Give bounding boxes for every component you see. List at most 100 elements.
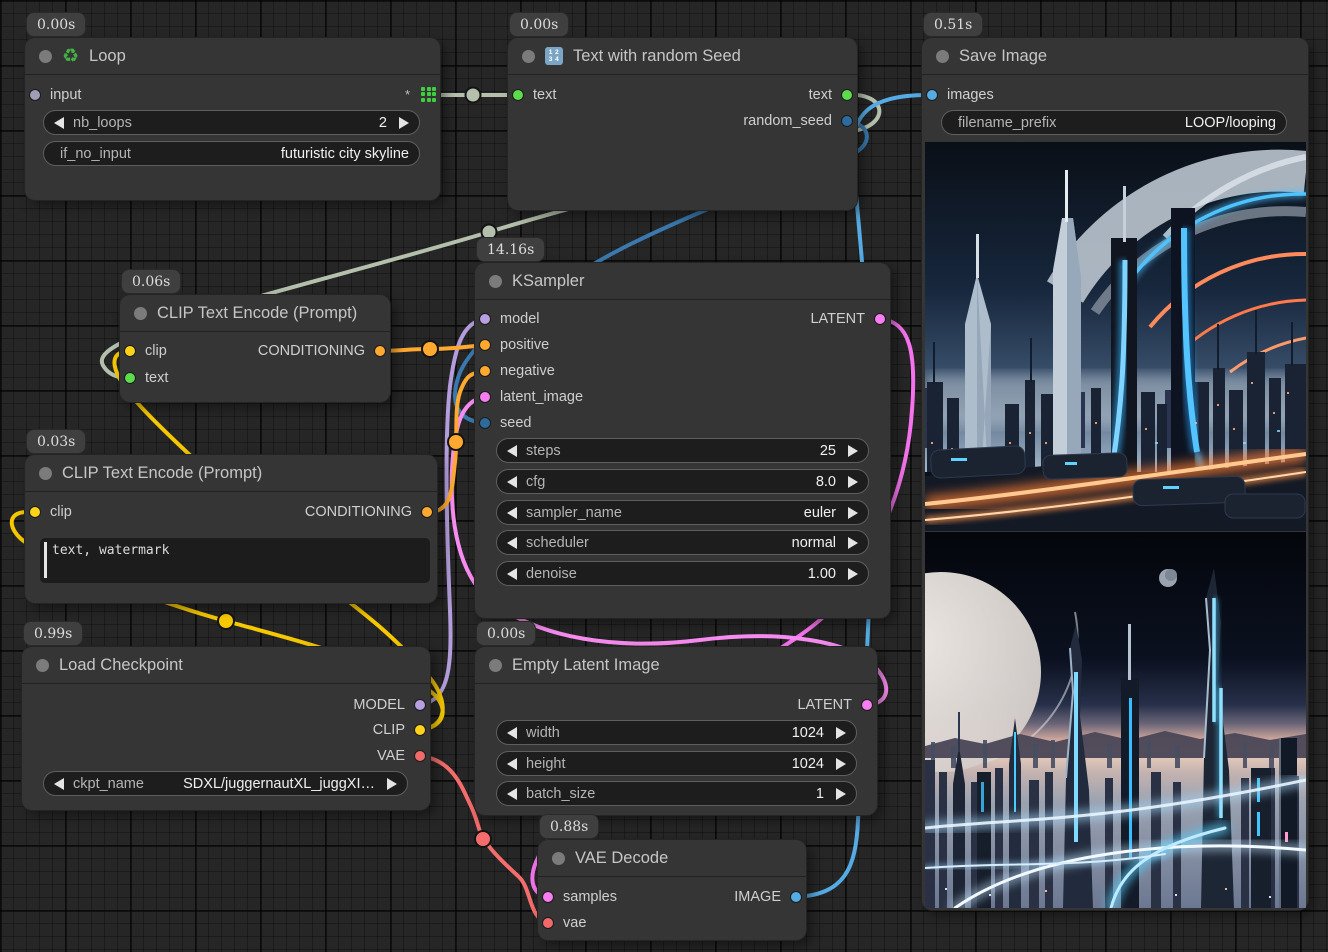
- node-header[interactable]: CLIP Text Encode (Prompt): [25, 455, 437, 492]
- port-dot[interactable]: [124, 345, 136, 357]
- node-ksampler[interactable]: 14.16s KSampler model positive negative …: [475, 263, 890, 618]
- output-port-random-seed[interactable]: random_seed: [743, 111, 853, 131]
- node-clip-text-encode-positive[interactable]: 0.06s CLIP Text Encode (Prompt) clip tex…: [120, 295, 390, 402]
- output-port-latent[interactable]: LATENT: [810, 309, 886, 329]
- widget-batch-size[interactable]: batch_size 1: [496, 781, 857, 806]
- widget-scheduler[interactable]: scheduler normal: [496, 530, 869, 555]
- port-dot[interactable]: [926, 89, 938, 101]
- output-port-text[interactable]: text: [809, 85, 853, 105]
- increment-arrow-icon[interactable]: [836, 788, 846, 800]
- node-empty-latent-image[interactable]: 0.00s Empty Latent Image LATENT width 10…: [475, 647, 877, 815]
- port-dot[interactable]: [512, 89, 524, 101]
- port-dot[interactable]: [29, 89, 41, 101]
- port-dot[interactable]: [841, 115, 853, 127]
- input-port-latent-image[interactable]: latent_image: [479, 387, 583, 407]
- input-port-clip[interactable]: clip: [29, 502, 72, 522]
- next-option-arrow-icon[interactable]: [387, 778, 397, 790]
- decrement-arrow-icon[interactable]: [507, 758, 517, 770]
- output-port-vae[interactable]: VAE: [377, 746, 426, 766]
- widget-cfg[interactable]: cfg 8.0: [496, 469, 869, 494]
- port-dot[interactable]: [790, 891, 802, 903]
- port-dot[interactable]: [414, 724, 426, 736]
- decrement-arrow-icon[interactable]: [507, 445, 517, 457]
- output-port-clip[interactable]: CLIP: [373, 720, 426, 740]
- input-port-text[interactable]: text: [124, 368, 168, 388]
- node-loop[interactable]: 0.00s ♻ Loop input * nb_loops 2 if_no_in…: [25, 38, 440, 200]
- port-dot[interactable]: [861, 699, 873, 711]
- input-port-images[interactable]: images: [926, 85, 994, 105]
- increment-arrow-icon[interactable]: [836, 758, 846, 770]
- port-dot[interactable]: [874, 313, 886, 325]
- increment-arrow-icon[interactable]: [848, 476, 858, 488]
- port-dot[interactable]: [414, 750, 426, 762]
- widget-denoise[interactable]: denoise 1.00: [496, 561, 869, 586]
- input-port-model[interactable]: model: [479, 309, 540, 329]
- port-dot[interactable]: [374, 345, 386, 357]
- prompt-textarea[interactable]: text, watermark: [40, 538, 430, 583]
- next-option-arrow-icon[interactable]: [848, 537, 858, 549]
- port-dot[interactable]: [414, 699, 426, 711]
- node-text-with-random-seed[interactable]: 0.00s 1 2 3 4 Text with random Seed text…: [508, 38, 857, 210]
- increment-arrow-icon[interactable]: [848, 445, 858, 457]
- input-port-clip[interactable]: clip: [124, 341, 167, 361]
- input-port-input[interactable]: input: [29, 85, 81, 105]
- output-port-image[interactable]: IMAGE: [734, 887, 802, 907]
- output-port-model[interactable]: MODEL: [353, 695, 426, 715]
- node-header[interactable]: VAE Decode: [538, 840, 806, 877]
- port-dot[interactable]: [542, 891, 554, 903]
- port-dot[interactable]: [479, 391, 491, 403]
- node-header[interactable]: ♻ Loop: [25, 38, 440, 75]
- input-port-vae[interactable]: vae: [542, 913, 586, 933]
- widget-if-no-input[interactable]: if_no_input futuristic city skyline: [43, 141, 420, 166]
- node-header[interactable]: KSampler: [475, 263, 890, 300]
- widget-width[interactable]: width 1024: [496, 720, 857, 745]
- increment-arrow-icon[interactable]: [848, 568, 858, 580]
- output-port-conditioning[interactable]: CONDITIONING: [258, 341, 386, 361]
- decrement-arrow-icon[interactable]: [507, 788, 517, 800]
- decrement-arrow-icon[interactable]: [507, 727, 517, 739]
- decrement-arrow-icon[interactable]: [507, 476, 517, 488]
- grid-output-icon[interactable]: [421, 87, 436, 102]
- widget-nb-loops[interactable]: nb_loops 2: [43, 110, 420, 135]
- port-dot[interactable]: [124, 372, 136, 384]
- node-load-checkpoint[interactable]: 0.99s Load Checkpoint MODEL CLIP VAE ckp…: [22, 647, 430, 810]
- input-port-negative[interactable]: negative: [479, 361, 555, 381]
- decrement-arrow-icon[interactable]: [54, 117, 64, 129]
- node-header[interactable]: Empty Latent Image: [475, 647, 877, 684]
- prev-option-arrow-icon[interactable]: [507, 507, 517, 519]
- output-port-conditioning[interactable]: CONDITIONING: [305, 502, 433, 522]
- port-dot[interactable]: [479, 365, 491, 377]
- widget-filename-prefix[interactable]: filename_prefix LOOP/looping: [941, 110, 1287, 135]
- node-header[interactable]: Save Image: [922, 38, 1308, 75]
- input-port-positive[interactable]: positive: [479, 335, 549, 355]
- node-header[interactable]: CLIP Text Encode (Prompt): [120, 295, 390, 332]
- input-port-seed[interactable]: seed: [479, 413, 531, 433]
- prev-option-arrow-icon[interactable]: [507, 537, 517, 549]
- port-dot[interactable]: [421, 506, 433, 518]
- node-header[interactable]: Load Checkpoint: [22, 647, 430, 684]
- widget-sampler-name[interactable]: sampler_name euler: [496, 500, 869, 525]
- port-dot[interactable]: [479, 339, 491, 351]
- node-vae-decode[interactable]: 0.88s VAE Decode samples vae IMAGE: [538, 840, 806, 940]
- node-save-image[interactable]: 0.51s Save Image images filename_prefix …: [922, 38, 1308, 910]
- port-dot[interactable]: [542, 917, 554, 929]
- decrement-arrow-icon[interactable]: [507, 568, 517, 580]
- node-header[interactable]: 1 2 3 4 Text with random Seed: [508, 38, 857, 75]
- prev-option-arrow-icon[interactable]: [54, 778, 64, 790]
- port-dot[interactable]: [841, 89, 853, 101]
- widget-ckpt-name[interactable]: ckpt_name SDXL/juggernautXL_juggXI…: [43, 771, 408, 796]
- increment-arrow-icon[interactable]: [399, 117, 409, 129]
- increment-arrow-icon[interactable]: [836, 727, 846, 739]
- next-option-arrow-icon[interactable]: [848, 507, 858, 519]
- port-dot[interactable]: [29, 506, 41, 518]
- port-dot[interactable]: [479, 417, 491, 429]
- node-clip-text-encode-negative[interactable]: 0.03s CLIP Text Encode (Prompt) clip CON…: [25, 455, 437, 603]
- input-port-text[interactable]: text: [512, 85, 556, 105]
- port-dot[interactable]: [479, 313, 491, 325]
- node-graph-canvas[interactable]: 0.00s ♻ Loop input * nb_loops 2 if_no_in…: [0, 0, 1328, 952]
- output-port-latent[interactable]: LATENT: [797, 695, 873, 715]
- output-port-wildcard[interactable]: *: [405, 84, 436, 104]
- input-port-samples[interactable]: samples: [542, 887, 617, 907]
- widget-height[interactable]: height 1024: [496, 751, 857, 776]
- widget-steps[interactable]: steps 25: [496, 438, 869, 463]
